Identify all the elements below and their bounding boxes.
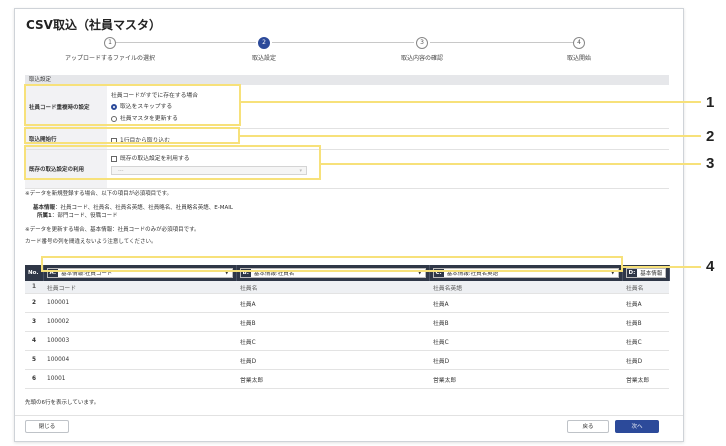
- close-button[interactable]: 閉じる: [25, 420, 69, 433]
- table-row: 5 100004 社員D 社員D 社員D: [25, 350, 669, 370]
- callout-number-1: 1: [706, 94, 715, 111]
- table-row: 2 100001 社員A 社員A 社員A: [25, 293, 669, 313]
- next-button[interactable]: 次へ: [615, 420, 659, 433]
- step-number: 4: [573, 37, 585, 49]
- step-label: 取込内容の確認: [400, 55, 443, 62]
- note-basic-text: ：社員コード、社員名、社員名英語、社員略名、社員略名英語、E-MAIL: [55, 205, 233, 211]
- step-number: 3: [416, 37, 428, 49]
- note-aff-label: 所属1: [37, 213, 52, 219]
- highlight-box-4: [41, 256, 623, 272]
- dialog-title: CSV取込（社員マスタ）: [26, 18, 161, 32]
- table-row: 4 100003 社員C 社員C 社員C: [25, 331, 669, 351]
- note-required-new: ※データを新規登録する場合、以下の項目が必須項目です。: [25, 191, 173, 197]
- back-button[interactable]: 戻る: [567, 420, 609, 433]
- highlight-box-2: [24, 127, 240, 144]
- note-basic-label: 基本情報: [33, 205, 56, 211]
- step-label: アップロードするファイルの選択: [64, 55, 155, 62]
- stepper: 1 アップロードするファイルの選択 2 取込設定 3 取込内容の確認 4 取込開…: [15, 37, 683, 71]
- step-1: 1 アップロードするファイルの選択: [30, 37, 190, 62]
- table-row: 1 社員コード 社員名 社員名英語 社員名: [25, 281, 669, 294]
- note-required-update: ※データを更新する場合、基本情報：社員コードのみが必須項目です。: [25, 227, 200, 233]
- callout-number-2: 2: [706, 128, 715, 145]
- step-3: 3 取込内容の確認: [342, 37, 502, 62]
- callout-line-4: [623, 266, 701, 268]
- note-card-number: カード番号の列を間違えないよう注意してください。: [25, 239, 157, 245]
- callout-line-3: [321, 163, 701, 165]
- callout-line-1: [241, 101, 701, 103]
- highlight-box-1: [24, 84, 241, 126]
- footer-divider: [15, 415, 683, 416]
- step-label: 取込設定: [251, 55, 276, 62]
- csv-import-dialog: CSV取込（社員マスタ） 1 アップロードするファイルの選択 2 取込設定 3 …: [14, 8, 684, 442]
- preview-count-note: 先頭の6行を表示しています。: [25, 400, 100, 406]
- preview-table: No. A: 基本情報:社員コード ▼ B: 基本情報:社員名 ▼ C: 基本情報:社員名…: [25, 265, 670, 389]
- note-aff-text: ：部門コード、役職コード: [51, 213, 118, 219]
- column-d-select[interactable]: D:基本情報:社員: [625, 268, 666, 278]
- table-row: 6 10001 営業太郎 営業太郎 営業太郎: [25, 369, 669, 389]
- step-4: 4 取込開始: [499, 37, 659, 62]
- callout-number-3: 3: [706, 155, 715, 172]
- step-2: 2 取込設定: [184, 37, 344, 62]
- table-row: 3 100002 社員B 社員B 社員B: [25, 312, 669, 332]
- callout-line-2: [240, 135, 701, 137]
- note-affiliation: 所属1：部門コード、役職コード: [37, 212, 118, 221]
- highlight-box-3: [24, 145, 321, 180]
- step-number: 1: [104, 37, 116, 49]
- step-label: 取込開始: [566, 55, 591, 62]
- step-number: 2: [258, 37, 270, 49]
- callout-number-4: 4: [706, 258, 715, 275]
